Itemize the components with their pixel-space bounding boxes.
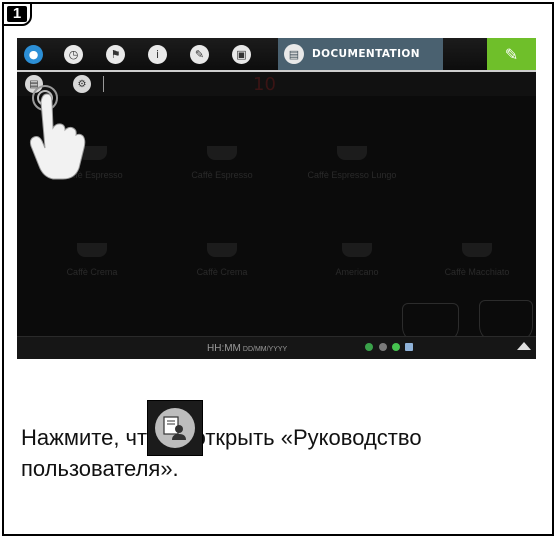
cup-icon	[337, 146, 367, 160]
wifi-icon	[365, 343, 373, 351]
water-drop-icon[interactable]: ●	[24, 45, 43, 64]
drink-label: Americano	[335, 267, 379, 277]
date-text: DD/MM/YYYY	[242, 346, 288, 353]
cup-icon	[77, 243, 107, 257]
drink-item: Caffè Crema	[167, 243, 277, 277]
instruction-text: Нажмите, чтобы открыть «Руководство поль…	[21, 422, 531, 484]
time-text: HH:MM	[207, 343, 241, 354]
pencil-icon[interactable]: ✎	[190, 45, 209, 64]
cup-icon	[462, 243, 492, 257]
speaker-icon	[379, 343, 387, 351]
monitor-icon[interactable]: ▣	[232, 45, 251, 64]
drink-label: Caffè Espresso	[191, 170, 253, 180]
toolbar-divider	[103, 76, 104, 92]
drink-label: Caffè Crema	[66, 267, 118, 277]
drink-item: Caffè Crema	[37, 243, 147, 277]
machine-screen: ● ◷ ⚑ i ✎ ▣ ▤ DOCUMENTATION ✎ ▤ ⚙ 10 Caf…	[17, 38, 536, 359]
drink-item: Caffè Macchiato	[422, 243, 532, 277]
drink-item: Americano	[302, 243, 412, 277]
drink-label: Caffè Macchiato	[444, 267, 510, 277]
user-manual-icon-circle	[155, 408, 195, 448]
instruction-line-2: пользователя».	[21, 456, 179, 481]
drink-label: Caffè Espresso Lungo	[307, 170, 397, 180]
step-badge: 1	[2, 2, 32, 26]
pointing-hand-icon	[29, 85, 86, 180]
drink-item: Caffè Espresso	[167, 146, 277, 180]
storage-icon	[405, 343, 413, 351]
step-number: 1	[7, 6, 27, 22]
drink-label: Caffè Crema	[196, 267, 248, 277]
tab-documentation[interactable]: ▤ DOCUMENTATION	[278, 38, 443, 70]
tab-documentation-label: DOCUMENTATION	[312, 48, 420, 60]
status-bar: HH:MM DD/MM/YYYY	[17, 336, 536, 359]
user-manual-icon: ▤	[284, 44, 304, 64]
clock-icon[interactable]: ◷	[64, 45, 83, 64]
info-icon[interactable]: i	[148, 45, 167, 64]
instruction-part-1: Нажмите,	[21, 425, 126, 450]
document-person-icon	[163, 416, 186, 440]
wrench-icon[interactable]: ✎	[487, 38, 536, 70]
user-manual-icon	[147, 400, 203, 456]
cup-icon	[207, 243, 237, 257]
cup-icon	[342, 243, 372, 257]
flag-icon[interactable]: ⚑	[106, 45, 125, 64]
top-bar: ● ◷ ⚑ i ✎ ▣ ▤ DOCUMENTATION ✎	[17, 38, 536, 72]
date-time: HH:MM DD/MM/YYYY	[207, 343, 287, 354]
drink-item: Caffè Espresso Lungo	[292, 146, 412, 180]
cup-icon	[207, 146, 237, 160]
expand-up-icon[interactable]	[517, 342, 531, 350]
faint-value: 10	[253, 74, 276, 95]
status-dot-icon	[392, 343, 400, 351]
